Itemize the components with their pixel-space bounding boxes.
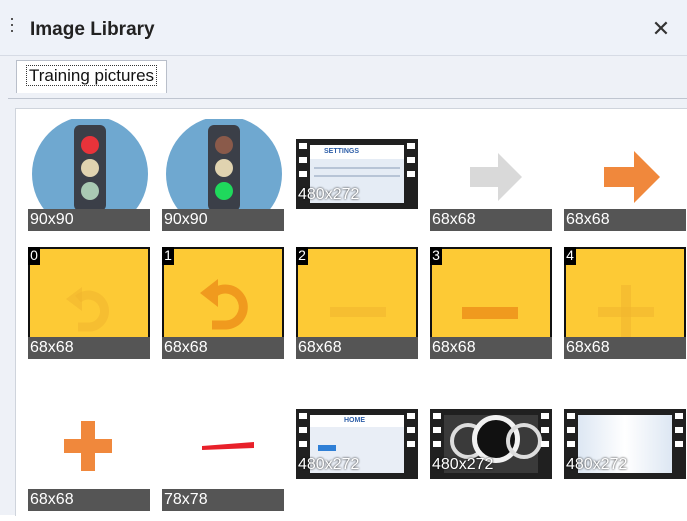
image-index: 2 <box>296 247 308 265</box>
image-size-label: 68x68 <box>564 209 686 231</box>
image-size-label: 68x68 <box>296 337 418 359</box>
tab-training-pictures[interactable]: Training pictures <box>16 60 168 93</box>
image-thumbnail[interactable]: 3 68x68 <box>430 247 552 359</box>
image-thumbnail[interactable]: 68x68 <box>564 119 686 231</box>
image-thumbnail[interactable]: 1 68x68 <box>162 247 284 359</box>
image-size-label: 68x68 <box>28 337 150 359</box>
settings-screen-thumbnail: SETTINGS 480x272 <box>296 139 418 209</box>
image-size-label: 90x90 <box>28 209 150 231</box>
image-index: 3 <box>430 247 442 265</box>
close-icon[interactable]: ✕ <box>648 16 674 42</box>
screen-title: HOME <box>344 417 365 424</box>
window-title: Image Library <box>30 19 155 40</box>
image-thumbnail[interactable]: HOME 480x272 <box>296 409 418 521</box>
image-size-label: 68x68 <box>430 209 552 231</box>
screen-title: SETTINGS <box>324 148 360 155</box>
image-thumbnail[interactable]: SETTINGS 480x272 <box>296 139 418 251</box>
image-thumbnail[interactable]: 68x68 <box>28 399 150 511</box>
drag-grip-icon[interactable] <box>10 18 14 38</box>
image-size-label: 480x272 <box>298 456 360 473</box>
image-thumbnail[interactable]: 78x78 <box>162 399 284 511</box>
image-size-label: 480x272 <box>432 456 494 473</box>
image-thumbnail[interactable]: 68x68 <box>430 119 552 231</box>
tab-strip: Training pictures <box>8 56 687 99</box>
image-grid: 90x90 90x90 SETTINGS 480x272 68x68 68x68… <box>15 108 687 516</box>
image-thumbnail[interactable]: 0 68x68 <box>28 247 150 359</box>
image-thumbnail[interactable]: 4 68x68 <box>564 247 686 359</box>
home-screen-thumbnail: HOME 480x272 <box>296 409 418 479</box>
image-size-label: 68x68 <box>162 337 284 359</box>
image-thumbnail[interactable]: 90x90 <box>162 119 284 231</box>
tab-label: Training pictures <box>25 65 158 86</box>
blank-screen-thumbnail: 480x272 <box>564 409 686 479</box>
image-size-label: 480x272 <box>298 186 360 203</box>
image-index: 4 <box>564 247 576 265</box>
image-size-label: 68x68 <box>564 337 686 359</box>
image-library-window: Image Library ✕ Training pictures 90x90 <box>0 0 687 516</box>
image-thumbnail[interactable]: 480x272 <box>430 409 552 521</box>
image-index: 1 <box>162 247 174 265</box>
image-size-label: 90x90 <box>162 209 284 231</box>
image-index: 0 <box>28 247 40 265</box>
image-thumbnail[interactable]: 480x272 <box>564 409 686 521</box>
image-size-label: 480x272 <box>566 456 628 473</box>
image-size-label: 68x68 <box>28 489 150 511</box>
image-thumbnail[interactable]: 90x90 <box>28 119 150 231</box>
image-size-label: 78x78 <box>162 489 284 511</box>
gauges-screen-thumbnail: 480x272 <box>430 409 552 479</box>
image-size-label: 68x68 <box>430 337 552 359</box>
image-thumbnail[interactable]: 2 68x68 <box>296 247 418 359</box>
title-bar[interactable]: Image Library ✕ <box>0 0 687 56</box>
